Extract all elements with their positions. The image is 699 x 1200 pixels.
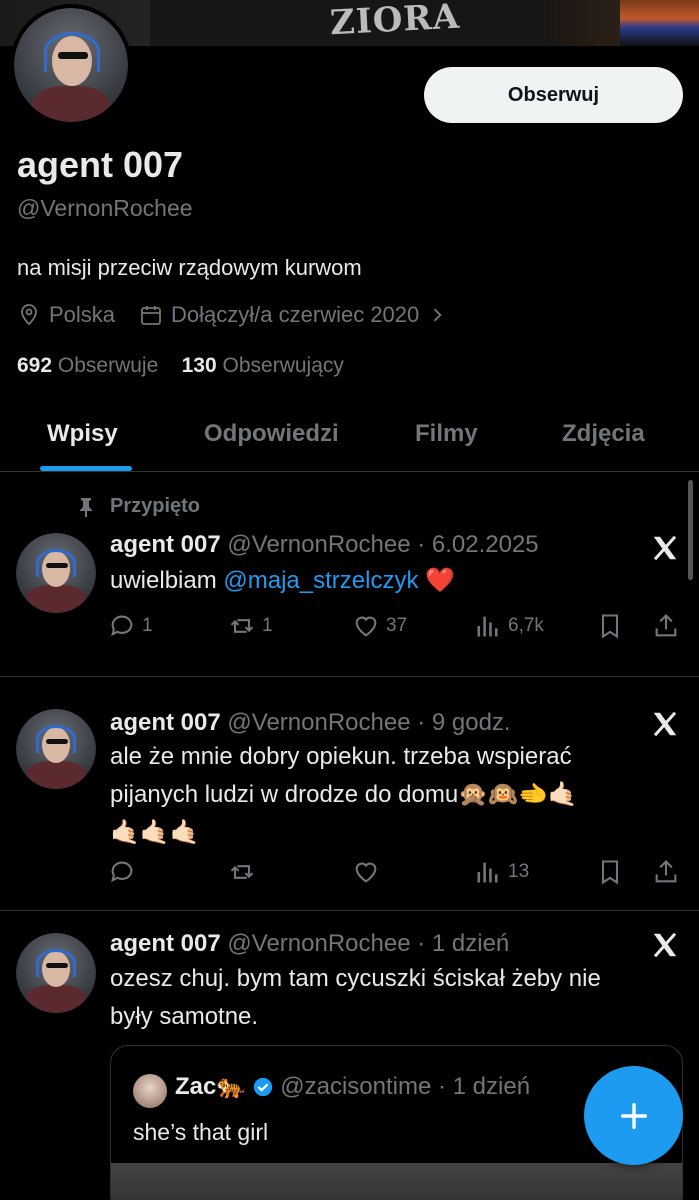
- retweet-button[interactable]: [228, 858, 262, 886]
- tweet[interactable]: agent 007 @VernonRochee · 9 godz. ale że…: [0, 677, 699, 911]
- share-button[interactable]: [652, 858, 680, 886]
- profile-tabs: Wpisy Odpowiedzi Filmy Zdjęcia: [0, 400, 699, 472]
- profile-location: Polska: [49, 302, 116, 327]
- pin-icon: [80, 497, 92, 517]
- following-link[interactable]: 692 Obserwuje: [17, 354, 158, 377]
- tweet-header: agent 007 @VernonRochee · 9 godz.: [110, 709, 511, 737]
- compose-button[interactable]: [584, 1066, 683, 1165]
- mention-link[interactable]: @maja_strzelczyk: [223, 567, 418, 594]
- tab-videos[interactable]: Filmy: [415, 420, 478, 448]
- reply-icon: [111, 861, 133, 883]
- banner-poster: [620, 0, 699, 46]
- x-logo-icon[interactable]: [650, 533, 680, 563]
- location-icon: [21, 304, 37, 326]
- retweet-icon: [230, 619, 254, 633]
- share-icon: [655, 614, 677, 637]
- quoted-author-name[interactable]: Zac🐅: [175, 1072, 246, 1101]
- tweet-text: ozesz chuj. bym tam cycuszki ściskał żeb…: [110, 965, 601, 1030]
- x-logo-icon[interactable]: [650, 930, 680, 960]
- plus-icon: [620, 1102, 647, 1129]
- profile-display-name: agent 007: [17, 144, 184, 185]
- tweet-author-name[interactable]: agent 007: [110, 930, 221, 957]
- reply-button[interactable]: 1: [108, 612, 153, 640]
- share-button[interactable]: [652, 612, 680, 640]
- calendar-icon: [141, 306, 161, 325]
- chevron-right-icon[interactable]: [427, 305, 447, 325]
- bookmark-button[interactable]: [596, 858, 624, 886]
- like-button[interactable]: [352, 858, 386, 886]
- verified-badge-icon: [254, 1077, 273, 1096]
- views-button[interactable]: 13: [474, 858, 529, 886]
- share-icon: [655, 860, 677, 883]
- banner-shirt-text: ZIORA: [329, 0, 461, 44]
- tweet-handle-time[interactable]: @VernonRochee · 6.02.2025: [227, 531, 538, 558]
- profile-joined[interactable]: Dołączył/a czerwiec 2020: [171, 302, 419, 328]
- retweet-icon: [230, 865, 254, 879]
- profile-meta: Polska Dołączył/a czerwiec 2020: [17, 302, 447, 328]
- tweet-header: agent 007 @VernonRochee · 1 dzień: [110, 930, 509, 958]
- quoted-header: Zac🐅 @zacisontime · 1 dzień: [175, 1072, 530, 1101]
- bookmark-icon: [601, 614, 619, 639]
- profile-handle: @VernonRochee: [17, 195, 193, 221]
- tweet-actions: 13: [108, 858, 683, 888]
- tweet-text: ale że mnie dobry opiekun. trzeba wspier…: [110, 743, 578, 846]
- quoted-text: she’s that girl: [133, 1119, 269, 1145]
- quoted-avatar[interactable]: [133, 1074, 167, 1108]
- tweet-header: agent 007 @VernonRochee · 6.02.2025: [110, 531, 539, 559]
- profile-stats: 692 Obserwuje 130 Obserwujący: [17, 354, 344, 378]
- quoted-media[interactable]: [111, 1163, 682, 1200]
- tweet-actions: 1 1 37 6,7k: [108, 612, 683, 642]
- profile-bio: na misji przeciw rządowym kurwom: [17, 255, 362, 280]
- follow-button[interactable]: Obserwuj: [424, 67, 683, 123]
- heart-icon: [355, 616, 377, 637]
- followers-link[interactable]: 130 Obserwujący: [182, 354, 344, 377]
- tab-posts[interactable]: Wpisy: [47, 420, 118, 448]
- heart-icon: [355, 862, 377, 883]
- profile-avatar[interactable]: [10, 4, 132, 126]
- tweet-avatar[interactable]: [16, 709, 96, 789]
- reply-icon: [111, 615, 133, 637]
- tweet-author-name[interactable]: agent 007: [110, 531, 221, 558]
- x-logo-icon[interactable]: [650, 709, 680, 739]
- tweet-text: uwielbiam @maja_strzelczyk ❤️: [110, 567, 456, 594]
- pinned-label: Przypięto: [76, 495, 200, 518]
- retweet-button[interactable]: 1: [228, 612, 273, 640]
- tweet-handle-time[interactable]: @VernonRochee · 1 dzień: [227, 930, 509, 957]
- views-icon: [477, 862, 498, 883]
- views-button[interactable]: 6,7k: [474, 612, 544, 640]
- bookmark-icon: [601, 860, 619, 885]
- tweet-pinned[interactable]: Przypięto agent 007 @VernonRochee · 6.02…: [0, 473, 699, 677]
- tweet-handle-time[interactable]: @VernonRochee · 9 godz.: [227, 709, 510, 736]
- reply-button[interactable]: [108, 858, 142, 886]
- tweet-author-name[interactable]: agent 007: [110, 709, 221, 736]
- active-tab-indicator: [40, 466, 132, 471]
- tweet-avatar[interactable]: [16, 533, 96, 613]
- quoted-handle-time[interactable]: @zacisontime · 1 dzień: [280, 1073, 530, 1101]
- tab-replies[interactable]: Odpowiedzi: [204, 420, 339, 448]
- like-button[interactable]: 37: [352, 612, 407, 640]
- bookmark-button[interactable]: [596, 612, 624, 640]
- views-icon: [477, 616, 498, 637]
- tweet-avatar[interactable]: [16, 933, 96, 1013]
- tab-photos[interactable]: Zdjęcia: [562, 420, 645, 448]
